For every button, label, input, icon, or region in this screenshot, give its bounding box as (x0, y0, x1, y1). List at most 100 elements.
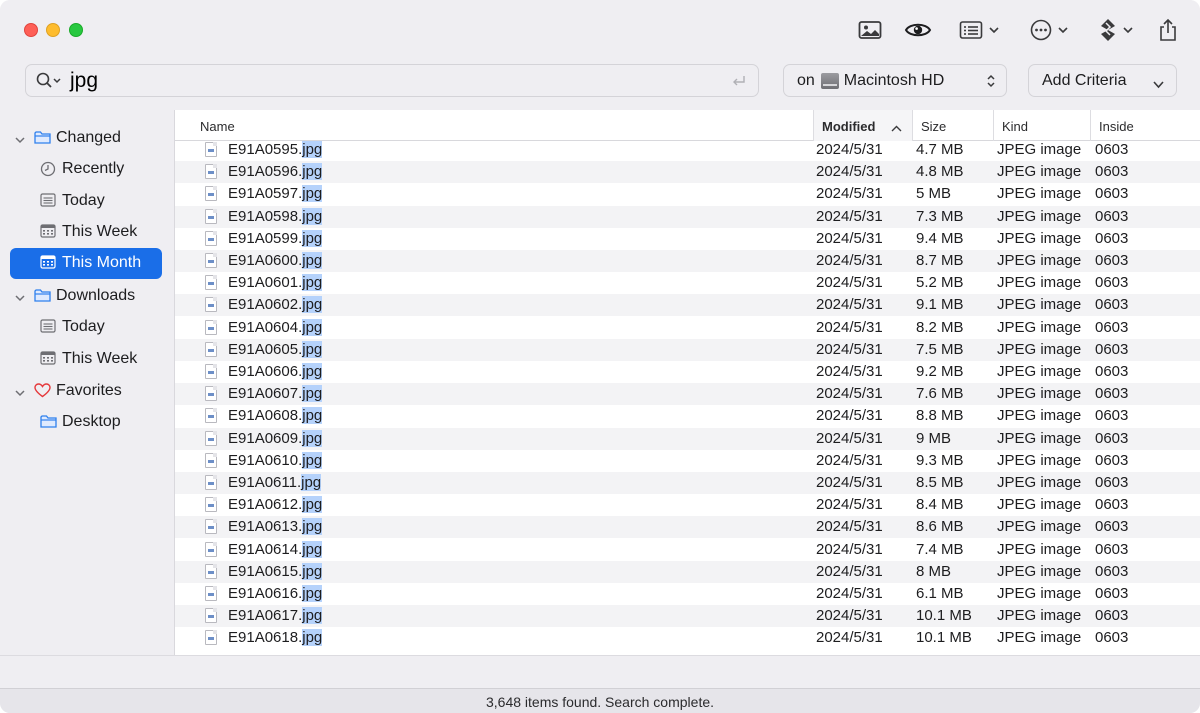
cell-name: E91A0617.jpg (228, 607, 323, 625)
table-row[interactable]: E91A0606.jpg 2024/5/31 9.2 MB JPEG image 060… (175, 361, 1200, 383)
chevron-down-icon (1153, 76, 1164, 94)
table-row[interactable]: E91A0615.jpg 2024/5/31 8 MB JPEG image 0603 (175, 560, 1200, 583)
results-table: Name Modified Size Kind Inside E91A0595.… (175, 110, 1200, 655)
sidebar-item-downloads-today[interactable]: Today (10, 312, 162, 343)
cell-size: 7.6 MB (916, 385, 964, 403)
search-field[interactable]: jpg (25, 64, 759, 97)
sidebar-item-label: Downloads (56, 287, 136, 304)
file-name-base: E91A0601. (228, 274, 303, 292)
table-row[interactable]: E91A0607.jpg 2024/5/31 7.6 MB JPEG image 060… (175, 383, 1200, 406)
cell-inside: 0603 (1095, 451, 1129, 469)
table-row[interactable]: E91A0601.jpg 2024/5/31 5.2 MB JPEG image 060… (175, 272, 1200, 294)
table-row[interactable]: E91A0605.jpg 2024/5/31 7.5 MB JPEG image 060… (175, 338, 1200, 361)
file-name-base: E91A0607. (228, 385, 303, 403)
sidebar-group-changed[interactable]: Changed (10, 123, 162, 154)
cell-inside: 0603 (1095, 185, 1129, 203)
column-header-modified[interactable]: Modified (813, 110, 912, 141)
search-icon[interactable] (36, 72, 62, 95)
cell-inside: 0603 (1095, 207, 1129, 225)
calendar-icon (40, 351, 56, 365)
column-header-size[interactable]: Size (912, 110, 993, 141)
cell-size: 7.3 MB (916, 207, 964, 225)
chevron-down-icon (989, 26, 999, 34)
column-header-name[interactable]: Name (175, 110, 813, 141)
table-row[interactable]: E91A0602.jpg 2024/5/31 9.1 MB JPEG image 060… (175, 294, 1200, 317)
search-query[interactable]: jpg (70, 69, 98, 93)
list-view-icon (959, 20, 983, 40)
table-row[interactable]: E91A0612.jpg 2024/5/31 8.4 MB JPEG image 060… (175, 494, 1200, 516)
cell-inside: 0603 (1095, 385, 1129, 403)
cell-kind: JPEG image (997, 540, 1082, 558)
table-row[interactable]: E91A0613.jpg 2024/5/31 8.6 MB JPEG image 060… (175, 516, 1200, 539)
minimize-window-button[interactable] (46, 23, 60, 37)
cell-size: 4.7 MB (916, 141, 964, 158)
cell-inside: 0603 (1095, 363, 1129, 380)
disclosure-chevron-icon[interactable] (15, 290, 25, 308)
sidebar-item-today[interactable]: Today (10, 186, 162, 217)
cell-inside: 0603 (1095, 562, 1129, 580)
jpeg-file-icon (205, 208, 217, 224)
jpeg-file-icon (205, 586, 217, 601)
sidebar-item-desktop[interactable]: Desktop (10, 407, 162, 438)
table-row[interactable]: E91A0616.jpg 2024/5/31 6.1 MB JPEG image 060… (175, 583, 1200, 605)
more-options-button[interactable] (1028, 14, 1070, 46)
share-button[interactable] (1156, 14, 1180, 46)
table-row[interactable]: E91A0599.jpg 2024/5/31 9.4 MB JPEG image 060… (175, 228, 1200, 250)
table-row[interactable]: E91A0610.jpg 2024/5/31 9.3 MB JPEG image 060… (175, 450, 1200, 472)
sidebar-group-downloads[interactable]: Downloads (10, 281, 162, 312)
table-row[interactable]: E91A0611.jpg 2024/5/31 8.5 MB JPEG image 060… (175, 472, 1200, 494)
search-match-highlight: jpg (302, 451, 323, 469)
table-row[interactable]: E91A0608.jpg 2024/5/31 8.8 MB JPEG image 060… (175, 405, 1200, 427)
quick-look-button[interactable] (902, 14, 934, 46)
view-options-button[interactable] (956, 14, 1002, 46)
app-window: jpg on Macintosh HD Add Criteria Changed (0, 0, 1200, 713)
jpeg-file-icon (205, 230, 217, 246)
table-row[interactable]: E91A0614.jpg 2024/5/31 7.4 MB JPEG image 060… (175, 539, 1200, 561)
column-header-inside[interactable]: Inside (1090, 110, 1200, 141)
sidebar-item-downloads-this-week[interactable]: This Week (10, 344, 162, 375)
actions-button[interactable] (1096, 14, 1136, 46)
cell-inside: 0603 (1095, 429, 1129, 447)
sidebar-item-label: This Week (62, 223, 138, 240)
sidebar-item-label: Favorites (56, 382, 122, 399)
file-name-base: E91A0616. (228, 585, 303, 602)
return-icon (732, 74, 746, 92)
zoom-window-button[interactable] (69, 23, 83, 37)
file-name-base: E91A0599. (228, 229, 303, 247)
close-window-button[interactable] (24, 23, 38, 37)
sidebar-item-this-month[interactable]: This Month (10, 248, 162, 279)
search-match-highlight: jpg (302, 318, 323, 336)
image-preview-button[interactable] (856, 14, 884, 46)
search-match-highlight: jpg (302, 540, 323, 558)
updown-chevron-icon (986, 73, 996, 94)
table-row[interactable]: E91A0595.jpg 2024/5/31 4.7 MB JPEG image 060… (175, 139, 1200, 161)
sidebar-group-favorites[interactable]: Favorites (10, 376, 162, 407)
add-criteria-button[interactable]: Add Criteria (1028, 64, 1177, 97)
table-row[interactable]: E91A0598.jpg 2024/5/31 7.3 MB JPEG image 060… (175, 205, 1200, 228)
table-row[interactable]: E91A0618.jpg 2024/5/31 10.1 MB JPEG image 06… (175, 627, 1200, 649)
table-row[interactable]: E91A0600.jpg 2024/5/31 8.7 MB JPEG image 060… (175, 250, 1200, 272)
search-match-highlight: jpg (302, 562, 323, 580)
column-header-kind[interactable]: Kind (993, 110, 1090, 141)
sidebar-item-this-week[interactable]: This Week (10, 217, 162, 248)
search-match-highlight: jpg (302, 518, 323, 536)
disclosure-chevron-icon[interactable] (15, 385, 25, 403)
table-row[interactable]: E91A0609.jpg 2024/5/31 9 MB JPEG image 0603 (175, 427, 1200, 450)
file-name-base: E91A0612. (228, 496, 303, 514)
cell-inside: 0603 (1095, 474, 1129, 491)
cell-name: E91A0602.jpg (228, 296, 323, 314)
cell-kind: JPEG image (997, 562, 1082, 580)
file-name-base: E91A0611. (228, 474, 302, 491)
table-row[interactable]: E91A0597.jpg 2024/5/31 5 MB JPEG image 0603 (175, 183, 1200, 205)
location-select[interactable]: on Macintosh HD (783, 64, 1007, 97)
disclosure-chevron-icon[interactable] (15, 132, 25, 150)
cell-kind: JPEG image (997, 141, 1082, 158)
table-row[interactable]: E91A0604.jpg 2024/5/31 8.2 MB JPEG image 060… (175, 317, 1200, 339)
cell-inside: 0603 (1095, 629, 1129, 647)
table-row[interactable]: E91A0596.jpg 2024/5/31 4.8 MB JPEG image 060… (175, 161, 1200, 184)
jpeg-file-icon (205, 297, 217, 313)
table-row[interactable]: E91A0617.jpg 2024/5/31 10.1 MB JPEG image 06… (175, 605, 1200, 628)
folder-icon (40, 414, 57, 429)
cell-inside: 0603 (1095, 340, 1129, 358)
sidebar-item-recently[interactable]: Recently (10, 154, 162, 185)
